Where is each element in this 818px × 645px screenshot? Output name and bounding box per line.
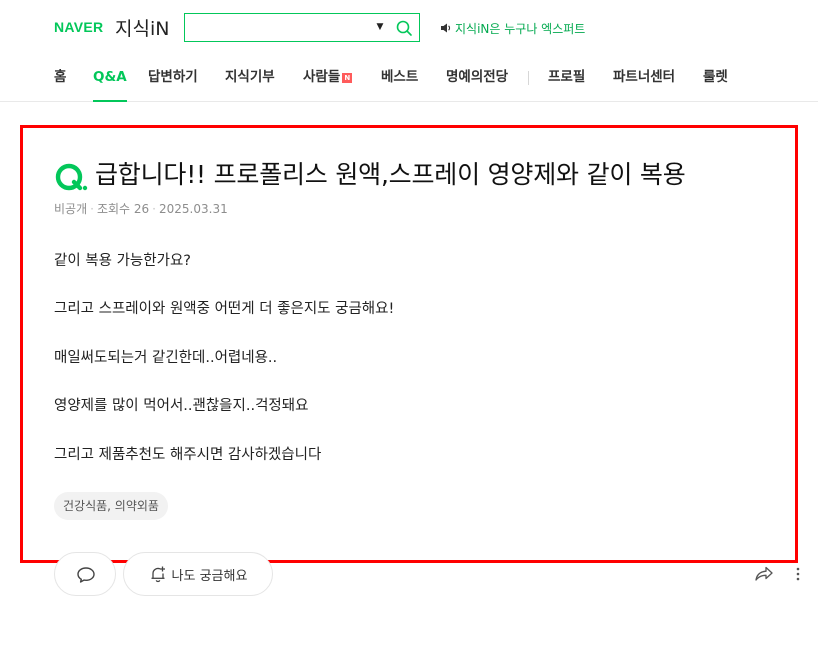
nav-item-answer[interactable]: 답변하기 xyxy=(148,67,198,89)
naver-logo[interactable]: NAVER xyxy=(54,19,103,35)
nav-item-profile[interactable]: 프로필 xyxy=(548,67,585,89)
search-input[interactable] xyxy=(189,17,369,38)
header: NAVER 지식iN ▼ 지식iN은 누구나 엑스퍼트 xyxy=(0,0,818,56)
nav-label: 홈 xyxy=(54,69,67,85)
nav-item-best[interactable]: 베스트 xyxy=(381,67,418,89)
nav-item-home[interactable]: 홈 xyxy=(54,67,66,89)
comment-icon xyxy=(77,567,95,583)
nav-label: 룰렛 xyxy=(703,69,728,85)
speaker-icon xyxy=(441,23,451,33)
expert-notice[interactable]: 지식iN은 누구나 엑스퍼트 xyxy=(440,19,585,37)
nav-label: 답변하기 xyxy=(148,69,198,85)
nav-label: 지식기부 xyxy=(225,69,275,85)
chevron-down-icon[interactable]: ▼ xyxy=(373,19,387,35)
highlight-box xyxy=(20,125,798,563)
main-nav: 홈 Q&A 답변하기 지식기부 사람들 N 베스트 명예의전당 프로필 파트너센터… xyxy=(0,56,818,102)
more-icon[interactable] xyxy=(794,566,802,582)
nav-item-partner-center[interactable]: 파트너센터 xyxy=(613,67,675,89)
me-too-curious-button[interactable]: 나도 궁금해요 xyxy=(123,552,273,596)
me-too-curious-label: 나도 궁금해요 xyxy=(171,568,248,584)
share-icon[interactable] xyxy=(754,565,774,583)
nav-label: 베스트 xyxy=(381,69,419,85)
nav-item-donation[interactable]: 지식기부 xyxy=(225,67,275,89)
search-icon[interactable] xyxy=(394,18,414,38)
nav-label: 프로필 xyxy=(548,69,586,85)
expert-notice-text: 지식iN은 누구나 엑스퍼트 xyxy=(455,21,586,36)
comment-button[interactable] xyxy=(54,552,116,596)
nav-item-roulette[interactable]: 룰렛 xyxy=(703,67,728,89)
nav-label: 명예의전당 xyxy=(446,69,509,85)
search-box: ▼ xyxy=(184,13,420,42)
nav-item-qa[interactable]: Q&A xyxy=(93,67,127,102)
active-tab-underline xyxy=(93,100,127,102)
nav-label: Q&A xyxy=(93,69,127,85)
nav-item-hall-of-fame[interactable]: 명예의전당 xyxy=(446,67,508,89)
nav-divider xyxy=(528,71,529,85)
new-badge: N xyxy=(342,73,353,83)
kin-logo[interactable]: 지식iN xyxy=(115,14,169,41)
nav-label: 사람들 xyxy=(303,69,341,85)
nav-item-people[interactable]: 사람들 N xyxy=(303,67,353,89)
nav-label: 파트너센터 xyxy=(613,69,676,85)
bell-plus-icon xyxy=(151,566,165,583)
